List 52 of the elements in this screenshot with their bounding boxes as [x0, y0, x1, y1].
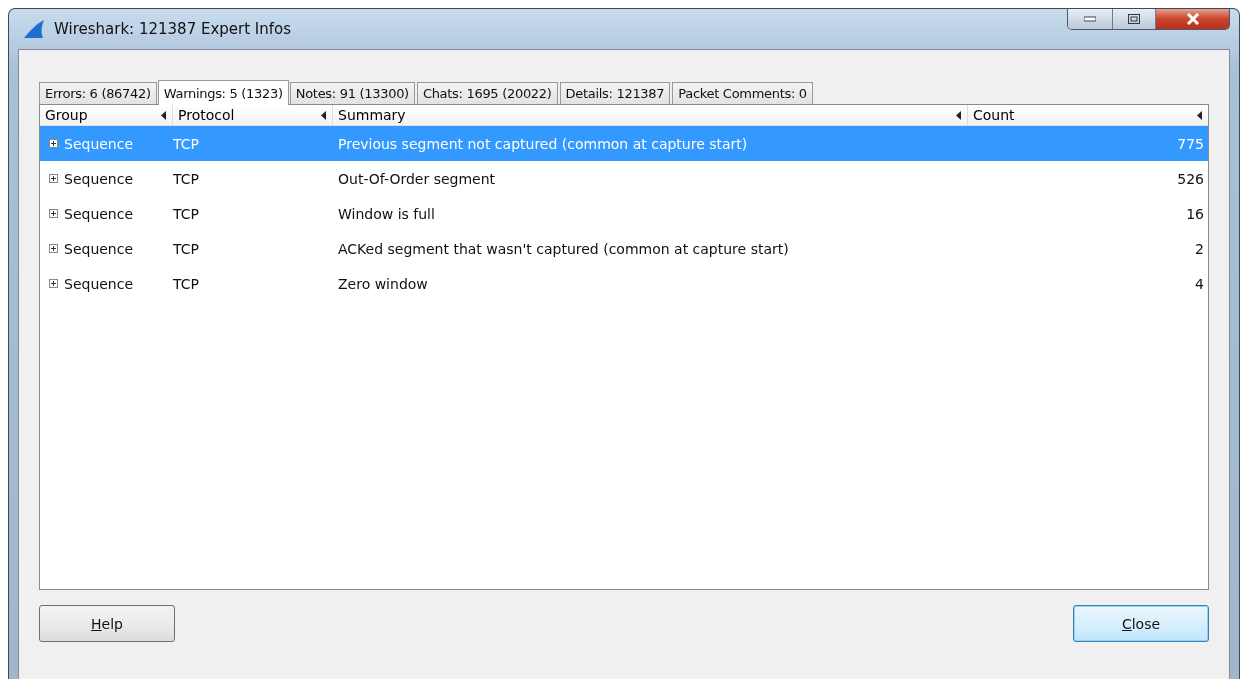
- tab[interactable]: Errors: 6 (86742): [39, 82, 157, 104]
- column-header[interactable]: Protocol: [173, 105, 333, 125]
- sort-arrow-icon: [321, 110, 326, 120]
- expand-icon[interactable]: [49, 139, 58, 148]
- expand-icon[interactable]: [49, 279, 58, 288]
- table-cell: 526: [1177, 170, 1204, 187]
- sort-arrow-icon: [1197, 110, 1202, 120]
- close-button[interactable]: [1155, 9, 1229, 29]
- sort-arrow-icon: [956, 110, 961, 120]
- close-icon: [1185, 13, 1200, 25]
- maximize-icon: [1128, 14, 1140, 24]
- table-cell: ACKed segment that wasn't captured (common at capture start): [338, 240, 789, 257]
- tab[interactable]: Warnings: 5 (1323): [157, 80, 289, 105]
- dialog-button[interactable]: Close: [1073, 605, 1209, 642]
- table-cell: Sequence: [64, 275, 134, 292]
- table-cell: TCP: [173, 170, 199, 187]
- table-cell: 775: [1177, 135, 1204, 152]
- sort-arrow-icon: [161, 110, 166, 120]
- tab[interactable]: Packet Comments: 0: [672, 82, 813, 104]
- table-row[interactable]: Sequence TCP Out-Of-Order segment 526: [40, 161, 1208, 196]
- table-cell: 16: [1186, 205, 1204, 222]
- tab[interactable]: Chats: 1695 (20022): [416, 82, 558, 104]
- table-cell: TCP: [173, 205, 199, 222]
- column-header[interactable]: Count: [968, 105, 1208, 125]
- table-cell: TCP: [173, 135, 199, 152]
- dialog-button[interactable]: Help: [39, 605, 175, 642]
- tab[interactable]: Notes: 91 (13300): [289, 82, 415, 104]
- expand-icon[interactable]: [49, 174, 58, 183]
- table-cell: 4: [1195, 275, 1204, 292]
- table-cell: Out-Of-Order segment: [338, 170, 496, 187]
- table-row[interactable]: Sequence TCP Window is full 16: [40, 196, 1208, 231]
- table-cell: Sequence: [64, 135, 134, 152]
- tab[interactable]: Details: 121387: [559, 82, 671, 104]
- table-cell: 2: [1195, 240, 1204, 257]
- table-cell: Sequence: [64, 205, 134, 222]
- table-cell: Previous segment not captured (common at capture start): [338, 135, 748, 152]
- maximize-button[interactable]: [1112, 9, 1155, 29]
- expand-icon[interactable]: [49, 209, 58, 218]
- table-cell: Sequence: [64, 240, 134, 257]
- expand-icon[interactable]: [49, 244, 58, 253]
- table-row[interactable]: Sequence TCP Zero window 4: [40, 266, 1208, 301]
- column-header[interactable]: Group: [40, 105, 173, 125]
- table-cell: Window is full: [338, 205, 435, 222]
- table-cell: Zero window: [338, 275, 428, 292]
- column-header[interactable]: Summary: [333, 105, 968, 125]
- minimize-icon: [1084, 16, 1096, 22]
- shark-fin-icon: [22, 19, 46, 39]
- window-title: Wireshark: 121387 Expert Infos: [54, 20, 292, 38]
- table-cell: TCP: [173, 275, 199, 292]
- table-row[interactable]: Sequence TCP ACKed segment that wasn't captured (common at capture start) 2: [40, 231, 1208, 266]
- table-cell: Sequence: [64, 170, 134, 187]
- table-cell: TCP: [173, 240, 199, 257]
